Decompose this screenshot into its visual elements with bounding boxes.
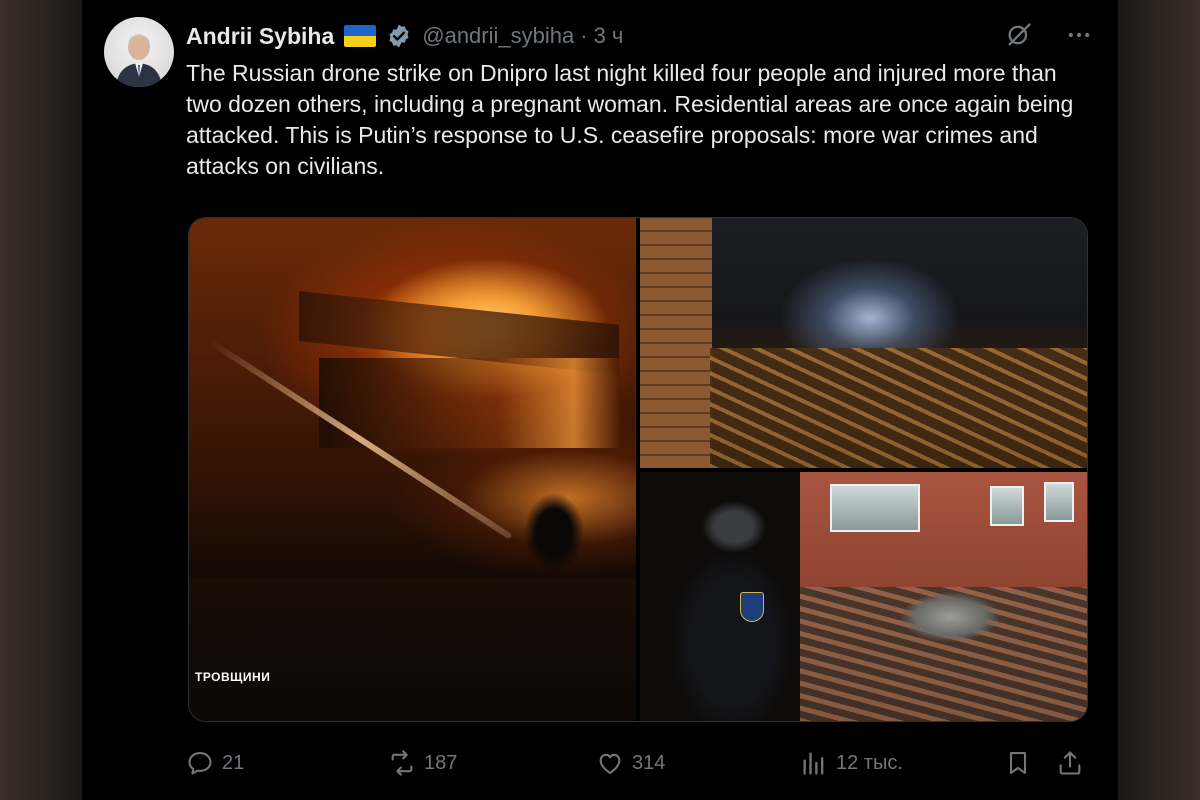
media-grid: ТРОВЩИНИ <box>188 217 1088 722</box>
tweet-text: The Russian drone strike on Dnipro last … <box>186 60 1074 179</box>
share-button[interactable] <box>1056 745 1084 781</box>
avatar[interactable] <box>104 17 174 87</box>
photo-rubble[interactable] <box>640 218 1087 468</box>
more-options-button[interactable] <box>1064 20 1094 50</box>
tweet-header: Andrii Sybiha @andrii_sybiha · 3 ч <box>186 20 623 52</box>
grok-button[interactable] <box>1004 20 1034 50</box>
like-count: 314 <box>632 751 666 774</box>
background-right <box>1118 0 1200 800</box>
separator-dot: · <box>580 23 588 48</box>
burning-wall <box>319 358 619 448</box>
street-rubble <box>800 587 1087 721</box>
views-button[interactable]: 12 тыс. <box>800 745 903 781</box>
building-window <box>990 486 1024 526</box>
views-icon <box>803 752 824 775</box>
repost-count: 187 <box>424 751 458 774</box>
brick-wall <box>640 218 712 468</box>
repost-button[interactable]: 187 <box>388 745 457 781</box>
reply-button[interactable]: 21 <box>186 745 244 781</box>
background-left <box>0 0 82 800</box>
building-window <box>830 484 920 532</box>
reply-count: 21 <box>222 751 245 774</box>
avatar-portrait-icon <box>116 34 162 87</box>
police-patch <box>740 592 764 622</box>
tweet-top-actions <box>1004 20 1094 50</box>
share-icon <box>1059 751 1081 775</box>
firefighter-silhouette <box>524 493 584 573</box>
views-count: 12 тыс. <box>836 751 903 774</box>
ground <box>189 578 636 721</box>
like-button[interactable]: 314 <box>596 745 665 781</box>
bookmark-button[interactable] <box>1004 745 1032 781</box>
repost-icon <box>391 750 413 776</box>
bookmark-icon <box>1009 752 1027 774</box>
author-handle[interactable]: @andrii_sybiha <box>422 23 574 49</box>
photo-fire[interactable]: ТРОВЩИНИ <box>189 218 636 721</box>
grok-icon <box>1008 23 1031 46</box>
photo-caption: ТРОВЩИНИ <box>195 670 271 684</box>
building-window <box>1044 482 1074 522</box>
tweet-timestamp[interactable]: 3 ч <box>594 23 624 49</box>
ukraine-flag-icon <box>344 25 377 47</box>
damaged-building <box>800 472 1087 602</box>
debris-pile <box>710 348 1087 468</box>
author-name[interactable]: Andrii Sybiha <box>186 23 334 50</box>
flag-blue-stripe <box>344 25 377 36</box>
photo-officer[interactable] <box>640 472 1087 721</box>
tweet-actions: 21 187 314 12 тыс. <box>186 745 1092 781</box>
police-officer <box>662 502 802 721</box>
heart-icon <box>599 753 621 774</box>
flag-yellow-stripe <box>344 36 377 47</box>
tweet-card[interactable]: Andrii Sybiha @andrii_sybiha · 3 ч The R… <box>82 0 1118 800</box>
more-icon <box>1068 32 1090 38</box>
reply-icon <box>188 752 212 775</box>
verified-badge-icon[interactable] <box>386 23 412 49</box>
